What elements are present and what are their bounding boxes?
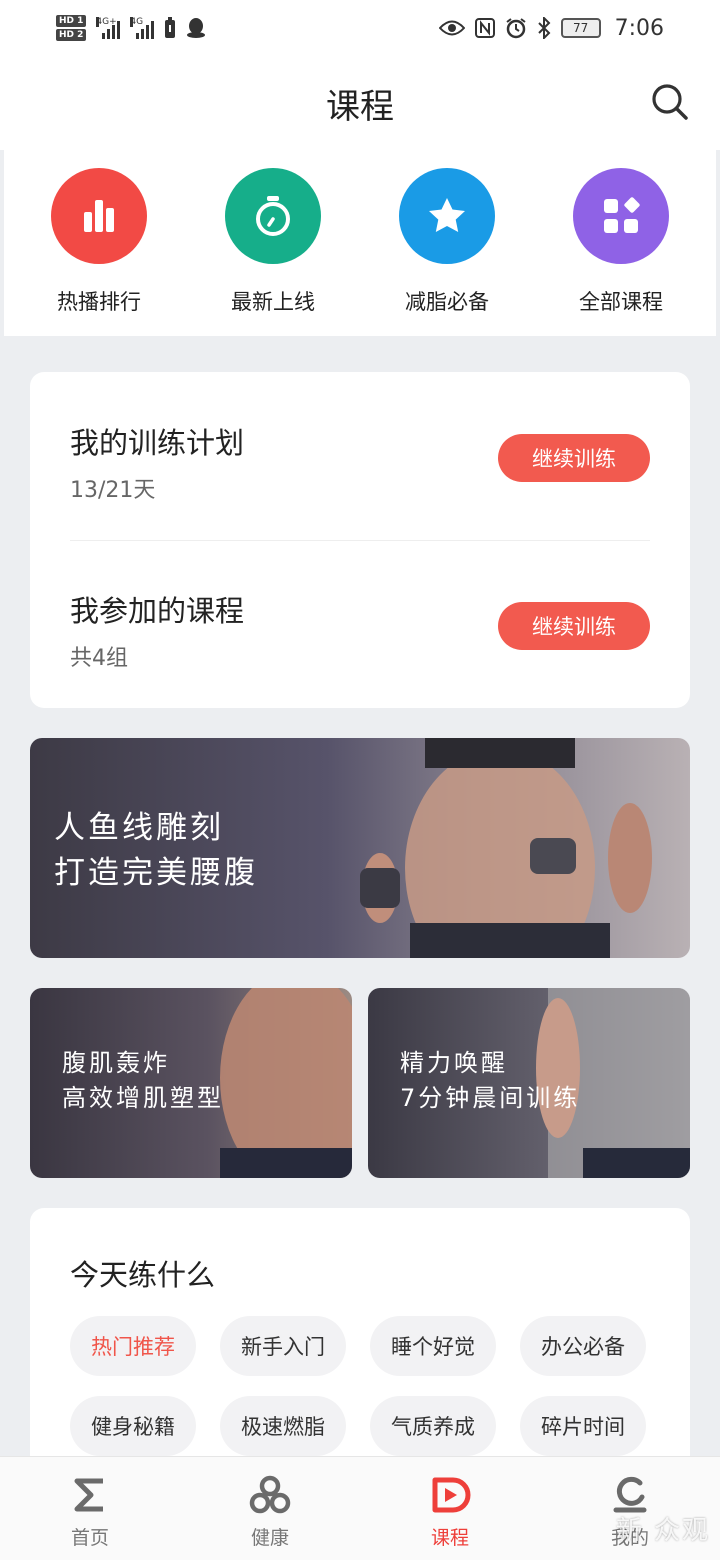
- search-icon[interactable]: [650, 82, 690, 122]
- page-title: 课程: [326, 86, 394, 127]
- banner-text: 人鱼线雕刻 打造完美腰腹: [54, 806, 258, 896]
- chip-temperament[interactable]: 气质养成: [370, 1396, 496, 1456]
- banner-line2: 7分钟晨间训练: [400, 1083, 581, 1112]
- banner-text: 精力唤醒 7分钟晨间训练: [400, 1046, 580, 1116]
- divider: [70, 540, 650, 541]
- course-play-icon: [432, 1477, 471, 1513]
- chip-office[interactable]: 办公必备: [520, 1316, 646, 1376]
- category-label: 热播排行: [57, 290, 141, 314]
- today-workout-section: 今天练什么 热门推荐 新手入门 睡个好觉 办公必备 健身秘籍 极速燃脂 气质养成…: [30, 1208, 690, 1468]
- alarm-icon: [505, 18, 526, 39]
- section-title: 今天练什么: [70, 1258, 216, 1292]
- bar-chart-icon: [84, 200, 114, 232]
- grid-icon: [604, 197, 640, 233]
- tab-label: 课程: [430, 1527, 469, 1549]
- joined-courses-row[interactable]: 我参加的课程 共4组 继续训练: [70, 588, 650, 708]
- nfc-icon: [474, 18, 495, 38]
- chip-fitness-tips[interactable]: 健身秘籍: [70, 1396, 196, 1456]
- chip-fragment-time[interactable]: 碎片时间: [520, 1396, 646, 1456]
- sim2-label: HD 2: [56, 29, 87, 41]
- category-label: 减脂必备: [405, 290, 489, 314]
- category-all-courses[interactable]: 全部课程: [546, 168, 696, 336]
- health-icon: [249, 1475, 291, 1514]
- bottom-nav: 首页 健康 课程 我的: [0, 1456, 720, 1560]
- banner-line1: 精力唤醒: [400, 1049, 508, 1077]
- category-new-online-circle: [225, 168, 321, 264]
- chip-sleep[interactable]: 睡个好觉: [370, 1316, 496, 1376]
- eye-icon: [438, 20, 465, 36]
- banner-line1: 腹肌轰炸: [62, 1049, 170, 1077]
- category-new-online[interactable]: 最新上线: [198, 168, 348, 336]
- bluetooth-icon: [537, 17, 551, 39]
- tab-home[interactable]: 首页: [0, 1457, 180, 1560]
- qq-icon: [187, 18, 206, 38]
- banner-text: 腹肌轰炸 高效增肌塑型: [62, 1046, 224, 1116]
- my-training-plan-row[interactable]: 我的训练计划 13/21天 继续训练: [70, 420, 650, 540]
- plan-title: 我的训练计划: [70, 426, 245, 460]
- star-icon: [429, 198, 465, 232]
- signal-icon-1: 4G+: [96, 17, 121, 39]
- category-fat-loss[interactable]: 减脂必备: [372, 168, 522, 336]
- chip-fast-burn[interactable]: 极速燃脂: [220, 1396, 346, 1456]
- tab-label: 首页: [70, 1527, 109, 1549]
- banner-abs-blast[interactable]: 腹肌轰炸 高效增肌塑型: [30, 988, 352, 1178]
- clock: 7:06: [614, 15, 664, 41]
- category-hot-ranking-circle: [51, 168, 147, 264]
- banner-line1: 人鱼线雕刻: [54, 810, 224, 846]
- sim1-label: HD 1: [56, 15, 87, 27]
- category-hot-ranking[interactable]: 热播排行: [24, 168, 174, 336]
- page-header: 课程: [0, 56, 720, 150]
- tab-health[interactable]: 健康: [180, 1457, 360, 1560]
- training-plan-card: 我的训练计划 13/21天 继续训练 我参加的课程 共4组 继续训练: [30, 372, 690, 708]
- plan-progress: 13/21天: [70, 478, 156, 503]
- courses-title: 我参加的课程: [70, 594, 245, 628]
- banner-mermaid-line[interactable]: 人鱼线雕刻 打造完美腰腹: [30, 738, 690, 958]
- tab-courses[interactable]: 课程: [360, 1457, 540, 1560]
- sigma-icon: [74, 1478, 103, 1512]
- continue-training-button[interactable]: 继续训练: [498, 434, 650, 482]
- courses-count: 共4组: [70, 646, 128, 671]
- banner-line2: 打造完美腰腹: [54, 854, 258, 891]
- tab-label: 健康: [250, 1527, 289, 1549]
- banner-energy-wake[interactable]: 精力唤醒 7分钟晨间训练: [368, 988, 690, 1178]
- banner-line2: 高效增肌塑型: [62, 1083, 224, 1112]
- chip-hot-recommend[interactable]: 热门推荐: [70, 1316, 196, 1376]
- status-bar: HD 1 HD 2 4G+ 4G 77 7:06: [0, 0, 720, 56]
- watermark: 新 众观: [615, 1516, 710, 1546]
- profile-icon: [613, 1476, 647, 1513]
- battery-saver-icon: [165, 17, 176, 38]
- chip-beginner[interactable]: 新手入门: [220, 1316, 346, 1376]
- signal-icon-2: 4G: [130, 17, 155, 39]
- stopwatch-icon: [256, 196, 290, 236]
- sim-indicators: HD 1 HD 2: [56, 15, 87, 41]
- battery-icon: 77: [560, 18, 601, 38]
- category-all-courses-circle: [573, 168, 669, 264]
- category-label: 全部课程: [579, 290, 663, 314]
- continue-training-button[interactable]: 继续训练: [498, 602, 650, 650]
- category-fat-loss-circle: [399, 168, 495, 264]
- workout-chips: 热门推荐 新手入门 睡个好觉 办公必备 健身秘籍 极速燃脂 气质养成 碎片时间: [70, 1316, 650, 1456]
- category-shortcuts: 热播排行 最新上线 减脂必备 全部课程: [4, 150, 716, 336]
- category-label: 最新上线: [231, 290, 315, 314]
